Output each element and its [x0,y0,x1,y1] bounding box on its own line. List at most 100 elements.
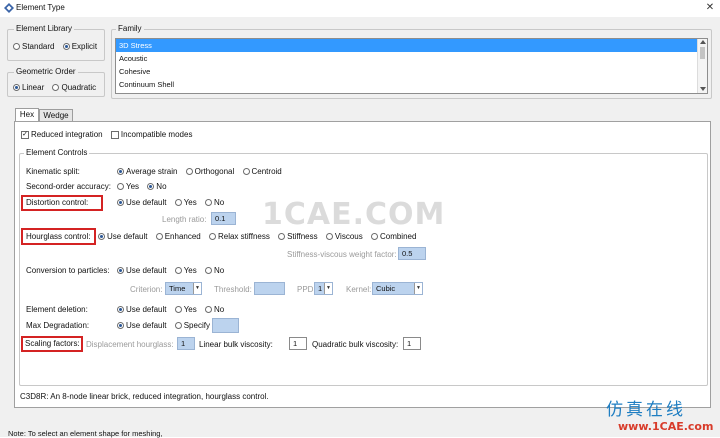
radio-soa-yes-indicator[interactable] [117,183,124,191]
radio-maxdeg-default[interactable]: Use default [117,321,166,330]
family-item-3d-stress[interactable]: 3D Stress [116,39,697,52]
radio-hourglass-relax-stiffness-label: Relax stiffness [217,232,270,241]
reduced-integration-label: Reduced integration [31,130,103,139]
second-order-accuracy-label: Second-order accuracy: [26,182,111,191]
ppd-combo[interactable]: 1 ▼ [314,282,333,295]
radio-conversion-no[interactable]: No [205,266,224,275]
radio-deletion-yes-indicator[interactable] [174,306,182,314]
radio-soa-no[interactable]: No [147,182,167,191]
reduced-integration-checkbox[interactable]: ✓ Reduced integration [21,130,103,139]
radio-quadratic-indicator[interactable] [52,84,60,92]
radio-conversion-yes[interactable]: Yes [174,266,197,275]
radio-distortion-default[interactable]: Use default [117,198,166,207]
scroll-thumb[interactable] [700,47,705,59]
conversion-to-particles-options: Use default Yes No [117,266,230,275]
chevron-down-icon[interactable]: ▼ [414,283,422,294]
radio-centroid-indicator[interactable] [242,168,250,176]
family-item-cohesive[interactable]: Cohesive [116,65,707,78]
radio-conversion-default-indicator[interactable] [117,267,124,275]
reduced-integration-check-indicator[interactable]: ✓ [21,130,29,139]
kernel-value: Cubic [376,284,396,293]
radio-hourglass-combined-label: Combined [379,232,417,241]
radio-linear[interactable]: Linear [13,83,44,92]
quadratic-bulk-viscosity-input[interactable]: 1 [403,337,421,350]
threshold-label: Threshold: [214,285,252,294]
radio-maxdeg-default-label: Use default [126,321,167,330]
family-scrollbar[interactable] [697,39,707,93]
family-item-acoustic[interactable]: Acoustic [116,52,707,65]
chevron-down-icon[interactable]: ▼ [193,283,201,294]
radio-hourglass-stiffness-indicator[interactable] [278,233,286,241]
ppd-label: PPD: [297,285,316,294]
radio-hourglass-stiffness[interactable]: Stiffness [278,232,318,241]
radio-quadratic[interactable]: Quadratic [52,83,96,92]
radio-standard-indicator[interactable] [13,43,20,51]
radio-centroid[interactable]: Centroid [242,167,282,176]
geometric-order-options: Linear Quadratic [13,83,102,92]
radio-conversion-no-label: No [214,266,225,275]
radio-deletion-no[interactable]: No [205,305,224,314]
max-degradation-input[interactable] [212,318,239,333]
radio-orthogonal-indicator[interactable] [185,168,193,176]
radio-hourglass-combined-indicator[interactable] [370,233,378,241]
criterion-combo[interactable]: Time ▼ [165,282,202,295]
family-list[interactable]: 3D Stress Acoustic Cohesive Continuum Sh… [115,38,708,94]
ppd-value: 1 [318,284,323,293]
radio-explicit-indicator[interactable] [62,43,70,51]
radio-average-strain-indicator[interactable] [117,168,124,176]
chevron-down-icon[interactable]: ▼ [324,283,332,294]
length-ratio-input[interactable]: 0.1 [211,212,236,225]
radio-maxdeg-default-indicator[interactable] [117,322,124,330]
radio-hourglass-relax-stiffness[interactable]: Relax stiffness [208,232,270,241]
weight-factor-label: Stiffness-viscous weight factor: [287,250,397,259]
radio-hourglass-combined[interactable]: Combined [370,232,417,241]
radio-distortion-yes[interactable]: Yes [174,198,197,207]
radio-orthogonal[interactable]: Orthogonal [185,167,234,176]
radio-average-strain-label: Average strain [126,167,178,176]
abaqus-app-icon [4,3,14,13]
linear-bulk-viscosity-input[interactable]: 1 [289,337,307,350]
radio-hourglass-enhanced[interactable]: Enhanced [155,232,201,241]
scroll-down-icon[interactable] [700,87,706,91]
close-button[interactable]: ✕ [703,1,717,14]
radio-distortion-no[interactable]: No [205,198,224,207]
threshold-input[interactable] [254,282,285,295]
radio-hourglass-viscous[interactable]: Viscous [325,232,363,241]
radio-conversion-no-indicator[interactable] [205,267,212,275]
radio-conversion-yes-label: Yes [183,266,197,275]
radio-maxdeg-specify[interactable]: Specify [174,321,210,330]
radio-distortion-yes-indicator[interactable] [174,199,182,207]
displacement-hourglass-input[interactable]: 1 [177,337,195,350]
radio-distortion-no-indicator[interactable] [205,199,212,207]
radio-explicit[interactable]: Explicit [62,42,97,51]
tab-hex[interactable]: Hex [15,108,39,122]
radio-hourglass-default-indicator[interactable] [98,233,105,241]
radio-hourglass-viscous-indicator[interactable] [325,233,333,241]
radio-soa-no-indicator[interactable] [147,183,155,191]
radio-deletion-default[interactable]: Use default [117,305,166,314]
weight-factor-input[interactable]: 0.5 [398,247,426,260]
family-item-continuum-shell[interactable]: Continuum Shell [116,78,707,91]
length-ratio-label: Length ratio: [162,215,207,224]
radio-linear-indicator[interactable] [13,84,20,92]
radio-deletion-default-indicator[interactable] [117,306,124,314]
radio-hourglass-enhanced-indicator[interactable] [155,233,163,241]
scroll-up-icon[interactable] [700,40,706,44]
radio-average-strain[interactable]: Average strain [117,167,177,176]
radio-hourglass-relax-stiffness-indicator[interactable] [208,233,216,241]
radio-deletion-no-indicator[interactable] [205,306,212,314]
radio-maxdeg-specify-label: Specify [183,321,210,330]
radio-conversion-yes-indicator[interactable] [174,267,182,275]
radio-soa-yes[interactable]: Yes [117,182,139,191]
radio-maxdeg-specify-indicator[interactable] [174,322,182,330]
incompatible-modes-check-indicator[interactable] [110,130,119,139]
radio-conversion-default[interactable]: Use default [117,266,166,275]
radio-hourglass-default[interactable]: Use default [98,232,147,241]
radio-standard[interactable]: Standard [13,42,54,51]
kernel-combo[interactable]: Cubic ▼ [372,282,423,295]
radio-deletion-yes[interactable]: Yes [174,305,197,314]
window-title: Element Type [16,3,65,12]
element-library-options: Standard Explicit [13,42,103,51]
incompatible-modes-checkbox[interactable]: Incompatible modes [110,130,192,139]
radio-distortion-default-indicator[interactable] [117,199,124,207]
